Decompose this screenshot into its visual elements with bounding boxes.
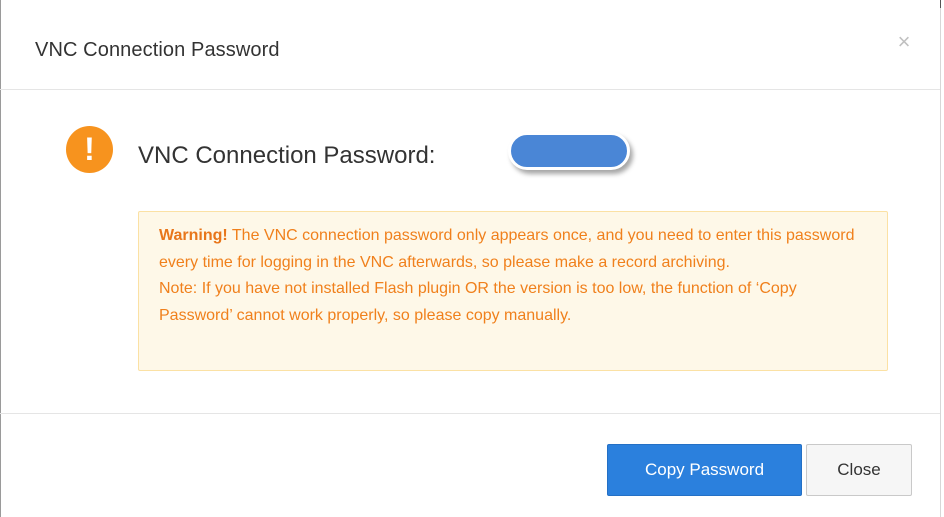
- password-label: VNC Connection Password:: [138, 142, 436, 169]
- dialog-footer: Copy Password Close: [0, 413, 940, 517]
- copy-password-button[interactable]: Copy Password: [607, 444, 802, 496]
- dialog-window: VNC Connection Password × ! VNC Connecti…: [0, 0, 944, 517]
- warning-paragraph: Warning! The VNC connection password onl…: [159, 223, 867, 276]
- warning-note: Note: If you have not installed Flash pl…: [159, 280, 797, 324]
- close-icon[interactable]: ×: [894, 30, 914, 54]
- dialog-title: VNC Connection Password: [35, 39, 280, 61]
- right-border: [940, 0, 941, 517]
- close-button[interactable]: Close: [806, 444, 912, 496]
- dialog-body: ! VNC Connection Password: Warning! The …: [0, 90, 940, 413]
- exclamation-icon: !: [66, 126, 113, 173]
- warning-message: The VNC connection password only appears…: [159, 227, 855, 271]
- top-edge-mark: [940, 0, 941, 8]
- password-value-redacted: [508, 132, 630, 170]
- warning-box: Warning! The VNC connection password onl…: [138, 211, 888, 371]
- dialog-header: VNC Connection Password ×: [0, 0, 940, 90]
- warning-heading: Warning!: [159, 227, 228, 244]
